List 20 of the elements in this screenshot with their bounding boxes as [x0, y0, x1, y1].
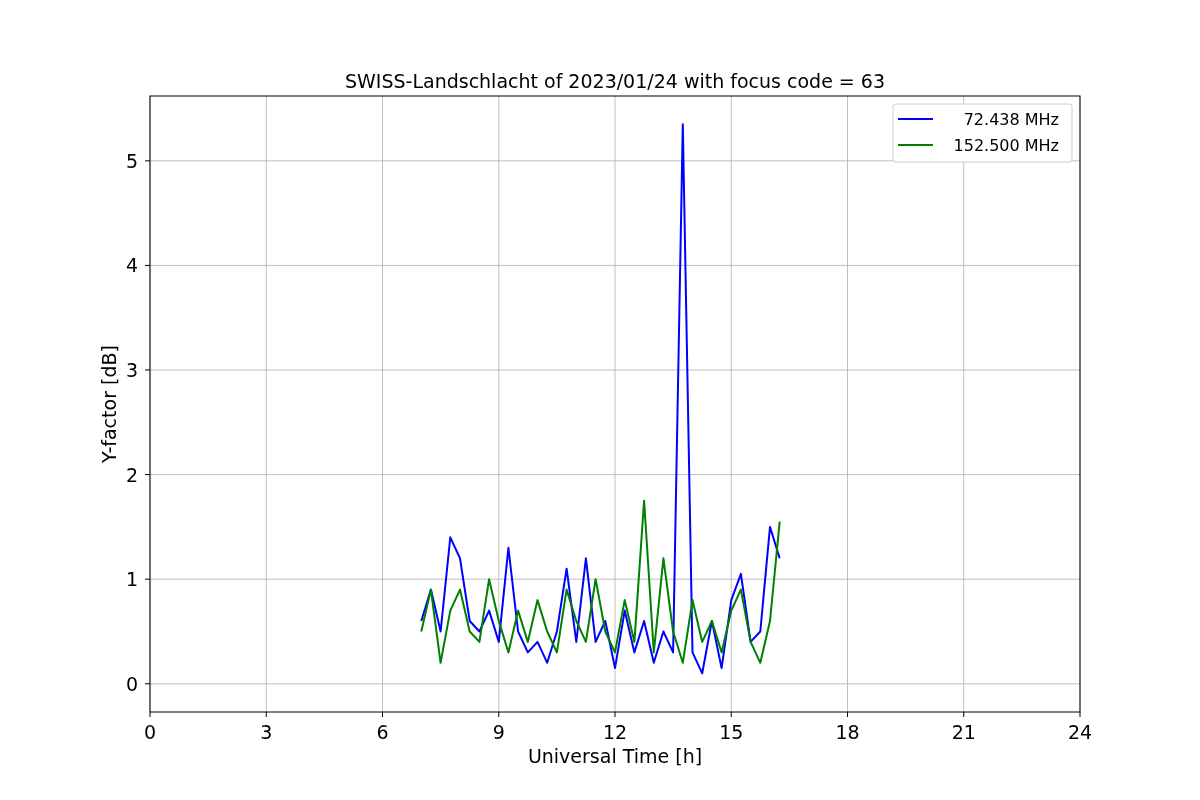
tick-label: 24 — [1067, 721, 1093, 743]
tick-label: 3 — [260, 721, 273, 743]
tick-label: 9 — [492, 721, 505, 743]
y-axis-label: Y-factor [dB] — [98, 345, 120, 463]
tick-label: 21 — [951, 721, 976, 743]
tick-label: 1 — [125, 568, 138, 591]
tick-label: 18 — [835, 721, 860, 743]
tick-label: 2 — [125, 463, 138, 486]
tick-label: 6 — [376, 721, 389, 743]
tick-label: 0 — [143, 721, 157, 743]
chart-title: SWISS-Landschlacht of 2023/01/24 with focus code = 63 — [345, 70, 885, 92]
tick-label: 15 — [719, 721, 744, 743]
legend-label: 72.438 MHz — [963, 110, 1059, 129]
tick-label: 12 — [602, 721, 628, 743]
tick-label: 4 — [125, 254, 138, 277]
tick-label: 3 — [125, 359, 138, 381]
tick-label: 5 — [125, 149, 138, 172]
x-axis-label: Universal Time [h] — [527, 745, 703, 767]
tick-label: 0 — [125, 672, 138, 695]
legend-label: 152.500 MHz — [953, 136, 1059, 155]
